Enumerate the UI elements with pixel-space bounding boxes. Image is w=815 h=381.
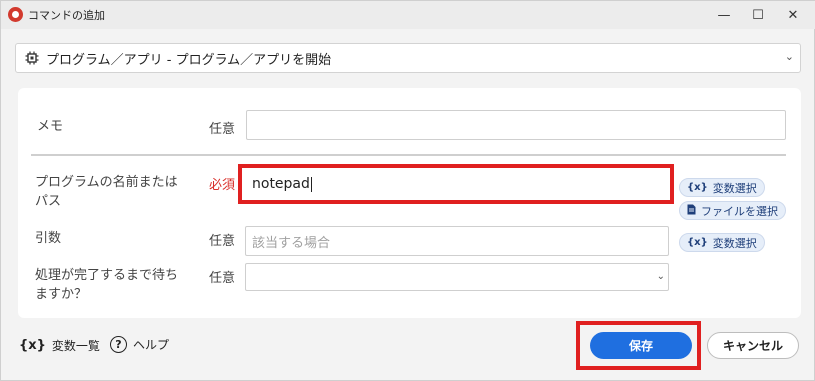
args-variable-select-button[interactable]: {x} 変数選択 [679, 233, 765, 252]
document-icon [687, 204, 696, 218]
variable-icon: {x} [19, 338, 46, 353]
variable-select-label: 変数選択 [712, 236, 757, 250]
close-button[interactable]: ✕ [770, 1, 815, 29]
program-variable-select-button[interactable]: {x} 変数選択 [679, 178, 765, 197]
wait-label-line2: ますか？ [35, 287, 88, 302]
variable-icon: {x} [687, 237, 708, 248]
section-divider [31, 154, 786, 156]
wait-dropdown[interactable]: ⌄ [245, 263, 669, 291]
chip-icon [22, 51, 42, 65]
wait-optional-tag: 任意 [209, 271, 236, 286]
variables-list-link[interactable]: {x} 変数一覧 [19, 337, 100, 354]
variables-list-label: 変数一覧 [51, 339, 100, 353]
app-logo-icon [8, 7, 23, 22]
save-button-highlight [576, 321, 701, 370]
args-label: 引数 [35, 231, 62, 246]
args-input[interactable]: 該当する場合 [245, 226, 669, 256]
chevron-down-icon: ⌄ [656, 271, 665, 282]
cancel-button[interactable]: キャンセル [707, 332, 799, 359]
program-input-highlight [238, 164, 674, 204]
program-label-line1: プログラムの名前または [35, 175, 178, 190]
file-select-button[interactable]: ファイルを選択 [679, 201, 786, 220]
file-select-label: ファイルを選択 [701, 204, 778, 218]
args-optional-tag: 任意 [209, 234, 236, 249]
chevron-down-icon: ⌄ [784, 50, 794, 63]
wait-label-line1: 処理が完了するまで待ち [35, 268, 179, 283]
args-placeholder: 該当する場合 [252, 235, 331, 251]
help-icon: ? [110, 336, 127, 353]
dialog-window: コマンドの追加 — ☐ ✕ プログラム／アプリ - プログラム／アプリを開始 ⌄… [0, 0, 815, 381]
variable-icon: {x} [687, 182, 708, 193]
help-link[interactable]: ? ヘルプ [110, 336, 169, 353]
memo-label: メモ [37, 119, 64, 134]
window-title: コマンドの追加 [28, 9, 105, 22]
program-required-tag: 必須 [209, 178, 236, 193]
memo-optional-tag: 任意 [209, 122, 236, 137]
variable-select-label: 変数選択 [712, 181, 757, 195]
help-label: ヘルプ [133, 338, 170, 352]
command-type-label: プログラム／アプリ - プログラム／アプリを開始 [46, 52, 332, 68]
command-type-select[interactable]: プログラム／アプリ - プログラム／アプリを開始 ⌄ [15, 43, 801, 73]
memo-input[interactable] [246, 110, 786, 140]
program-label-line2: パス [35, 194, 62, 209]
title-bar[interactable]: コマンドの追加 — ☐ ✕ [1, 1, 815, 29]
